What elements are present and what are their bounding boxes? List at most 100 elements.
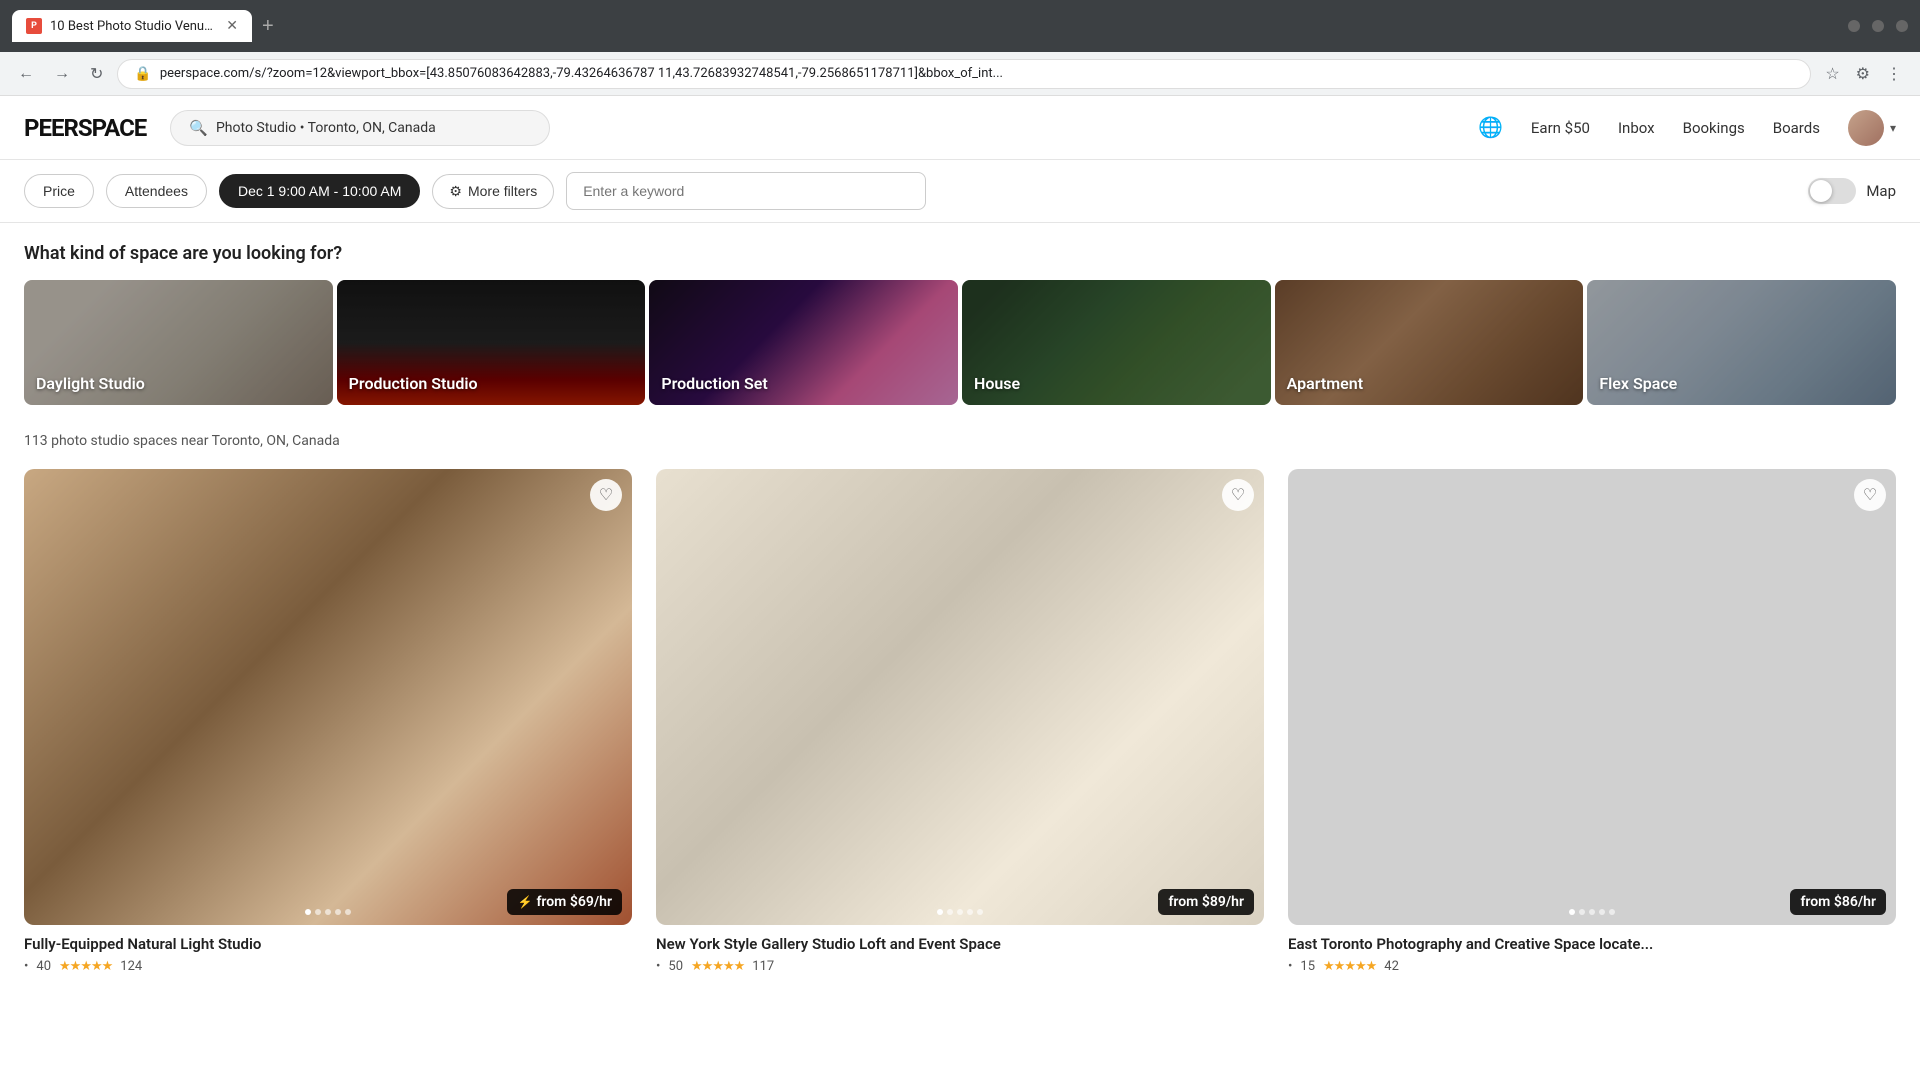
url-text: peerspace.com/s/?zoom=12&viewport_bbox=[… xyxy=(160,66,1794,81)
img-dot xyxy=(967,909,973,915)
price-badge: from $89/hr xyxy=(1158,889,1254,915)
space-type-label: Apartment xyxy=(1287,374,1363,393)
space-type-card[interactable]: Production Studio xyxy=(337,280,646,405)
venue-meta: • 50 ★★★★★ 117 xyxy=(656,959,1264,974)
space-type-card[interactable]: House xyxy=(962,280,1271,405)
search-bar-text: Photo Studio • Toronto, ON, Canada xyxy=(216,120,436,136)
price-badge: from $86/hr xyxy=(1790,889,1886,915)
img-dot xyxy=(937,909,943,915)
main-content: What kind of space are you looking for? … xyxy=(0,223,1920,994)
space-type-overlay: Production Studio xyxy=(337,280,646,405)
venue-card[interactable]: ♡ ⚡from $69/hr Fully-Equipped Natural Li… xyxy=(24,469,632,974)
bookmark-button[interactable]: ☆ xyxy=(1819,58,1845,90)
venue-image xyxy=(1288,469,1896,925)
venue-card[interactable]: ♡ from $86/hr East Toronto Photography a… xyxy=(1288,469,1896,974)
price-text: from $86/hr xyxy=(1800,894,1876,910)
star-rating: ★★★★★ xyxy=(1323,959,1376,974)
bolt-icon: ⚡ xyxy=(517,895,532,909)
map-toggle[interactable]: Map xyxy=(1808,178,1896,204)
close-window-button[interactable] xyxy=(1896,20,1908,32)
map-toggle-switch[interactable] xyxy=(1808,178,1856,204)
more-filters-button[interactable]: ⚙ More filters xyxy=(432,174,554,209)
space-type-card[interactable]: Flex Space xyxy=(1587,280,1896,405)
avatar-image xyxy=(1848,110,1884,146)
favorite-button[interactable]: ♡ xyxy=(1854,479,1886,511)
space-type-card[interactable]: Daylight Studio xyxy=(24,280,333,405)
filter-icon: ⚙ xyxy=(449,183,462,200)
more-filters-label: More filters xyxy=(468,183,537,199)
review-count: 40 xyxy=(36,959,51,974)
favorite-button[interactable]: ♡ xyxy=(1222,479,1254,511)
img-dot xyxy=(335,909,341,915)
earn-link[interactable]: Earn $50 xyxy=(1531,119,1590,137)
review-count-dot: • xyxy=(24,959,28,974)
filters-bar: Price Attendees Dec 1 9:00 AM - 10:00 AM… xyxy=(0,160,1920,223)
img-dot xyxy=(1609,909,1615,915)
review-count: 15 xyxy=(1300,959,1315,974)
peerspace-logo[interactable]: PEERSPACE xyxy=(24,114,146,142)
keyword-input[interactable] xyxy=(566,172,926,210)
img-dot xyxy=(345,909,351,915)
space-type-card[interactable]: Apartment xyxy=(1275,280,1584,405)
inbox-link[interactable]: Inbox xyxy=(1618,119,1655,137)
space-type-label: Daylight Studio xyxy=(36,374,145,393)
boards-link[interactable]: Boards xyxy=(1773,119,1820,137)
total-reviews: 124 xyxy=(120,959,142,974)
venue-card[interactable]: ♡ from $89/hr New York Style Gallery Stu… xyxy=(656,469,1264,974)
venue-image-wrap: ♡ ⚡ from $69/hr xyxy=(24,469,632,925)
minimize-button[interactable] xyxy=(1848,20,1860,32)
venue-name: East Toronto Photography and Creative Sp… xyxy=(1288,935,1896,953)
language-button[interactable]: 🌐 xyxy=(1478,115,1503,140)
reload-button[interactable]: ↻ xyxy=(84,58,109,90)
window-controls xyxy=(1848,20,1908,32)
close-tab-button[interactable]: ✕ xyxy=(226,18,238,34)
bookings-link[interactable]: Bookings xyxy=(1683,119,1745,137)
space-type-card[interactable]: Production Set xyxy=(649,280,958,405)
price-filter-button[interactable]: Price xyxy=(24,174,94,208)
active-tab[interactable]: P 10 Best Photo Studio Venues i ✕ xyxy=(12,10,252,42)
img-dot xyxy=(315,909,321,915)
datetime-filter-button[interactable]: Dec 1 9:00 AM - 10:00 AM xyxy=(219,174,420,208)
img-dot xyxy=(1569,909,1575,915)
forward-button[interactable]: → xyxy=(48,59,76,89)
space-type-overlay: House xyxy=(962,280,1271,405)
toolbar-actions: ☆ ⚙ ⋮ xyxy=(1819,58,1908,90)
site-header: PEERSPACE 🔍 Photo Studio • Toronto, ON, … xyxy=(0,96,1920,160)
venue-image xyxy=(656,469,1264,925)
favorite-button[interactable]: ♡ xyxy=(590,479,622,511)
venue-name: New York Style Gallery Studio Loft and E… xyxy=(656,935,1264,953)
image-dots xyxy=(1569,909,1615,915)
attendees-filter-button[interactable]: Attendees xyxy=(106,174,207,208)
img-dot xyxy=(947,909,953,915)
new-tab-button[interactable]: + xyxy=(254,11,282,42)
space-type-overlay: Production Set xyxy=(649,280,958,405)
menu-button[interactable]: ⋮ xyxy=(1880,58,1908,90)
space-type-label: House xyxy=(974,374,1020,393)
map-toggle-label: Map xyxy=(1866,182,1896,200)
space-type-overlay: Daylight Studio xyxy=(24,280,333,405)
extensions-button[interactable]: ⚙ xyxy=(1850,58,1876,90)
lock-icon: 🔒 xyxy=(134,66,151,82)
venue-count: 113 photo studio spaces near Toronto, ON… xyxy=(24,433,1896,449)
space-type-overlay: Apartment xyxy=(1275,280,1584,405)
price-badge: ⚡ from $69/hr xyxy=(507,889,622,915)
img-dot xyxy=(325,909,331,915)
address-bar[interactable]: 🔒 peerspace.com/s/?zoom=12&viewport_bbox… xyxy=(117,59,1811,89)
user-avatar-button[interactable]: ▾ xyxy=(1848,110,1896,146)
img-dot xyxy=(305,909,311,915)
space-type-label: Production Studio xyxy=(349,374,478,393)
space-type-overlay: Flex Space xyxy=(1587,280,1896,405)
total-reviews: 117 xyxy=(752,959,774,974)
price-text: from $69/hr xyxy=(536,894,612,910)
total-reviews: 42 xyxy=(1384,959,1399,974)
toggle-knob xyxy=(1810,180,1832,202)
venue-meta: • 15 ★★★★★ 42 xyxy=(1288,959,1896,974)
star-rating: ★★★★★ xyxy=(691,959,744,974)
browser-tabs: P 10 Best Photo Studio Venues i ✕ + xyxy=(12,10,282,42)
search-bar[interactable]: 🔍 Photo Studio • Toronto, ON, Canada xyxy=(170,110,550,146)
maximize-button[interactable] xyxy=(1872,20,1884,32)
venue-image-wrap: ♡ from $89/hr xyxy=(656,469,1264,925)
search-icon: 🔍 xyxy=(189,119,208,137)
venue-image xyxy=(24,469,632,925)
back-button[interactable]: ← xyxy=(12,59,40,89)
